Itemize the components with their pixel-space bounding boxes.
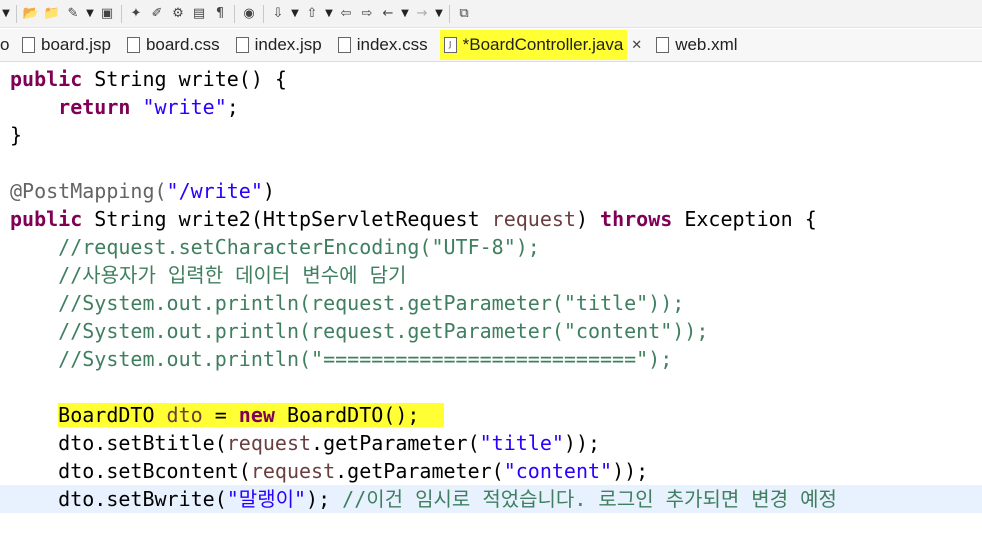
code-line: @PostMapping("/write")	[10, 179, 275, 203]
forward-icon[interactable]: →	[412, 4, 432, 24]
paragraph-icon[interactable]: ¶	[210, 4, 230, 24]
tab-index-jsp[interactable]: index.jsp	[228, 30, 330, 60]
editor-tabs: o board.jsp board.css index.jsp index.cs…	[0, 29, 982, 62]
code-line: }	[10, 123, 23, 147]
step-icon[interactable]: ⇩	[268, 4, 288, 24]
css-file-icon	[126, 37, 140, 53]
tab-web-xml[interactable]: web.xml	[648, 30, 745, 60]
package-icon[interactable]: ▣	[97, 4, 117, 24]
code-line: public String write2(HttpServletRequest …	[10, 207, 817, 231]
folder-icon[interactable]: 📁	[42, 4, 62, 24]
doc-icon[interactable]: ▤	[189, 4, 209, 24]
code-line-highlighted: BoardDTO dto = new BoardDTO();	[10, 401, 444, 429]
close-icon[interactable]: ✕	[631, 38, 642, 53]
back-icon[interactable]: ←	[378, 4, 398, 24]
code-line: dto.setBcontent(request.getParameter("co…	[58, 459, 649, 483]
code-line: dto.setBtitle(request.getParameter("titl…	[58, 431, 601, 455]
step-back-icon[interactable]: ⇧	[302, 4, 322, 24]
dropdown-icon[interactable]: ▼	[399, 4, 411, 24]
dropdown-icon[interactable]: ▼	[323, 4, 335, 24]
tab-label: web.xml	[675, 35, 738, 54]
jsp-file-icon	[235, 37, 249, 53]
css-file-icon	[337, 37, 351, 53]
toolbar-separator	[234, 4, 235, 23]
code-comment: //System.out.println(request.getParamete…	[58, 291, 685, 315]
tab-board-jsp[interactable]: board.jsp	[14, 30, 119, 60]
code-line-current: dto.setBwrite("말랭이"); //이건 임시로 적었습니다. 로그…	[58, 487, 837, 511]
toolbar-separator	[263, 4, 264, 23]
code-comment: //System.out.println("==================…	[58, 347, 673, 371]
java-file-icon: J	[443, 37, 457, 53]
code-line: public String write() {	[10, 67, 287, 91]
globe-icon[interactable]: ◉	[239, 4, 259, 24]
dropdown-icon[interactable]: ▼	[0, 4, 12, 24]
right-arrow-icon[interactable]: ⇨	[357, 4, 377, 24]
tag-icon[interactable]: ✦	[126, 4, 146, 24]
left-arrow-icon[interactable]: ⇦	[336, 4, 356, 24]
toolbar-separator	[16, 4, 17, 23]
tab-board-css[interactable]: board.css	[119, 30, 228, 60]
toolbar: ▼ 📂 📁 ✎ ▼ ▣ ✦ ✐ ⚙ ▤ ¶ ◉ ⇩ ▼ ⇧ ▼ ⇦ ⇨ ← ▼ …	[0, 0, 982, 28]
tab-label: board.css	[145, 35, 220, 54]
tab-label: *BoardController.java	[462, 35, 624, 54]
highlighted-statement: BoardDTO dto = new BoardDTO();	[58, 403, 444, 427]
tab-overflow[interactable]: o	[0, 30, 14, 60]
tab-label: index.css	[356, 35, 428, 54]
xml-file-icon	[656, 37, 670, 53]
code-line: return "write";	[58, 95, 239, 119]
tab-label: board.jsp	[41, 35, 111, 54]
tab-index-css[interactable]: index.css	[330, 30, 436, 60]
toolbar-separator	[449, 4, 450, 23]
gear-icon[interactable]: ⚙	[168, 4, 188, 24]
new-window-icon[interactable]: ⧉	[454, 4, 474, 24]
dropdown-icon[interactable]: ▼	[289, 4, 301, 24]
open-folder-icon[interactable]: 📂	[21, 4, 41, 24]
code-editor[interactable]: public String write() { return "write"; …	[0, 62, 982, 534]
toolbar-separator	[121, 4, 122, 23]
jsp-file-icon	[22, 37, 35, 53]
tab-label: index.jsp	[254, 35, 322, 54]
dropdown-icon[interactable]: ▼	[84, 4, 96, 24]
wand-icon[interactable]: ✎	[63, 4, 83, 24]
dropdown-icon[interactable]: ▼	[433, 4, 445, 24]
code-comment: //request.setCharacterEncoding("UTF-8");	[58, 235, 540, 259]
code-comment: //사용자가 입력한 데이터 변수에 담기	[58, 263, 407, 287]
tab-boardcontroller-java[interactable]: J *BoardController.java	[439, 30, 628, 60]
brush-icon[interactable]: ✐	[147, 4, 167, 24]
code-comment: //System.out.println(request.getParamete…	[58, 319, 709, 343]
